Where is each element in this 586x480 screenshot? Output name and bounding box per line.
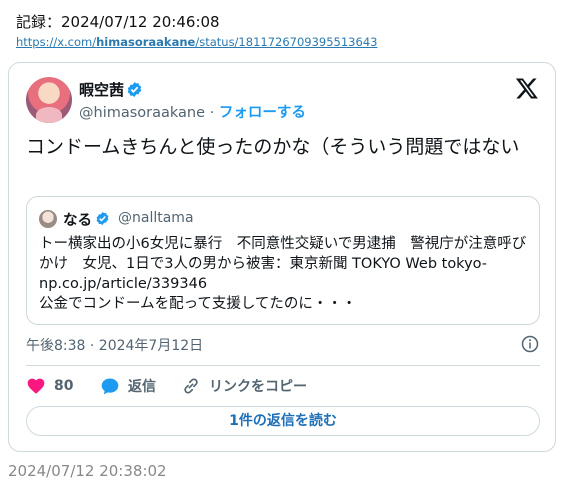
tweet-text: コンドームきちんと使ったのかな（そういう問題ではない [26,136,520,158]
link-icon [184,378,198,394]
source-link-user: himasoraakane [96,35,196,49]
divider [26,365,540,366]
x-logo-icon[interactable] [515,76,539,100]
verified-badge-icon [127,82,142,97]
next-record-timestamp: 2024/07/12 20:38:02 [8,462,167,480]
quoted-tweet[interactable]: なる @nalltama トー横家出の小6女児に暴行 不同意性交疑いで男逮捕 警… [26,196,540,325]
author-avatar[interactable] [26,77,72,123]
read-replies-button[interactable]: 1件の返信を読む [26,406,540,436]
info-icon[interactable] [521,335,539,353]
like-button[interactable]: 80 [26,376,73,396]
record-timestamp: 記録：2024/07/12 20:46:08 [16,13,220,31]
quoted-author-avatar [39,210,57,228]
source-link-prefix: https://x.com/ [16,35,97,49]
reply-bubble-icon [101,378,119,395]
copy-link-button[interactable]: リンクをコピー [181,376,307,396]
reply-action-button[interactable]: 返信 [100,376,156,396]
handle-separator: · [209,105,215,121]
author-handle-row: @himasoraakane · フォローする [79,101,306,122]
copy-link-label: リンクをコピー [209,379,307,395]
quoted-tweet-line: トー横家出の小6女児に暴行 不同意性交疑いで男逮捕 警視庁が注意呼びかけ 女児、… [39,236,527,292]
quoted-verified-badge-icon [96,211,109,226]
heart-icon [27,378,45,394]
tweet-timestamp[interactable]: 午後8:38 · 2024年7月12日 [26,335,203,355]
quoted-author-handle: @nalltama [118,210,194,226]
author-handle[interactable]: @himasoraakane [79,105,205,121]
author-name[interactable]: 暇空茜 [79,79,124,100]
quoted-tweet-body: トー横家出の小6女児に暴行 不同意性交疑いで男逮捕 警視庁が注意呼びかけ 女児、… [39,234,533,314]
source-link-suffix: /status/1811726709395513643 [195,35,378,49]
source-link[interactable]: https://x.com/himasoraakane/status/18117… [16,35,377,49]
follow-button[interactable]: フォローする [219,105,306,121]
reply-action-label: 返信 [128,379,156,395]
like-count: 80 [54,378,74,394]
tweet-card: 暇空茜 @himasoraakane · フォローする コンドームきちんと使った… [8,62,556,452]
quoted-author-name: なる [63,213,92,229]
quoted-tweet-line: 公金でコンドームを配って支援してたのに・・・ [39,296,357,312]
